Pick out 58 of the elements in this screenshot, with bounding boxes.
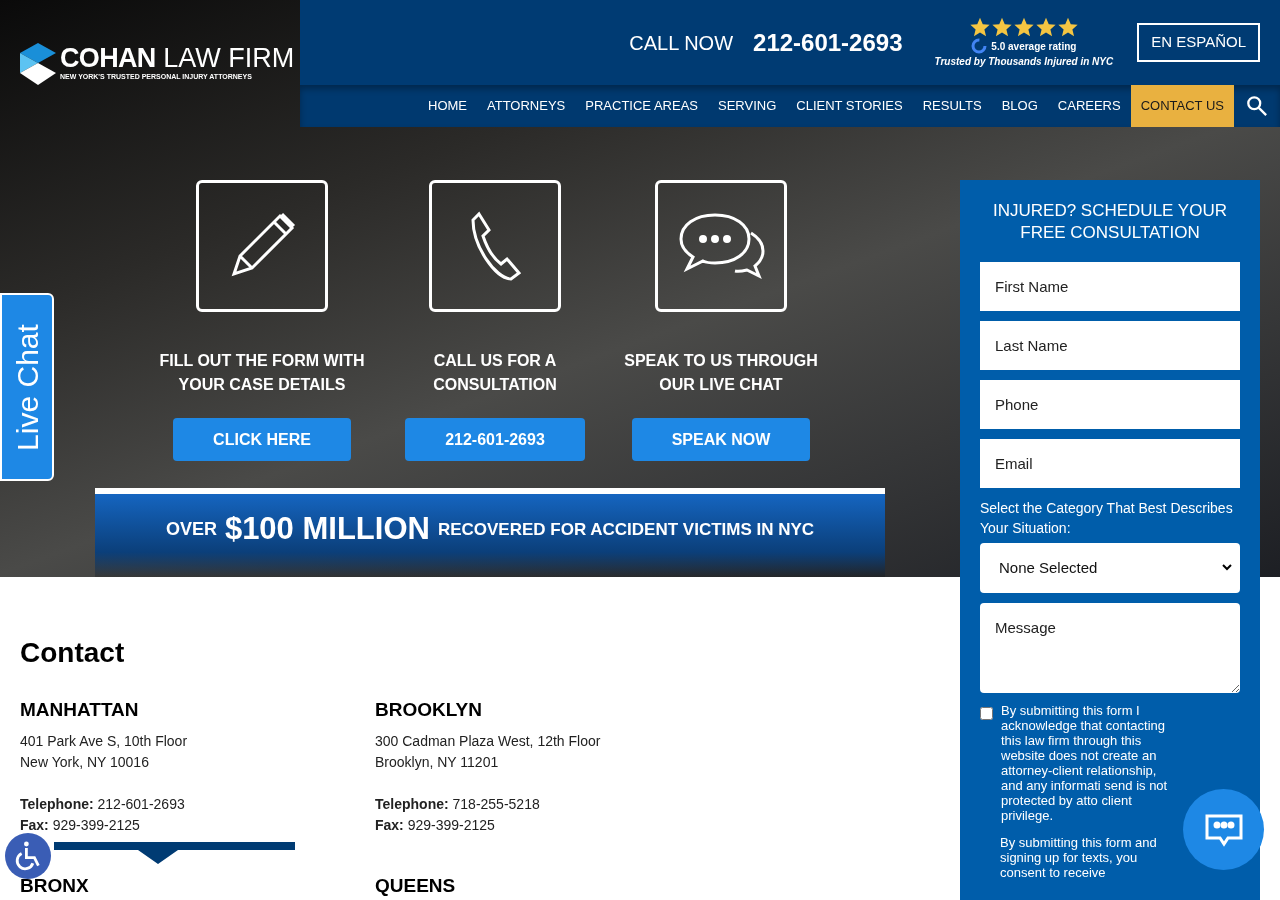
- live-chat-tab[interactable]: Live Chat: [0, 293, 54, 481]
- category-select[interactable]: None Selected: [980, 543, 1240, 593]
- chevron-down-icon: [1222, 564, 1232, 572]
- consent-text: By submitting this form I acknowledge that contacting this law firm through this website does not create an attorney-client relationship, and any informati send is not protected by atto client privilege.: [1001, 703, 1169, 823]
- text-input-field[interactable]: Last Name: [980, 321, 1240, 370]
- text-input-field[interactable]: Email: [980, 439, 1240, 488]
- option-button[interactable]: 212-601-2693: [405, 418, 585, 461]
- nav-link[interactable]: ATTORNEYS: [477, 85, 576, 127]
- consent-checkbox[interactable]: [980, 707, 993, 720]
- banner-suffix: RECOVERED FOR ACCIDENT VICTIMS IN NYC: [437, 518, 815, 541]
- nav-link[interactable]: CLIENT STORIES: [786, 85, 913, 127]
- nav-link[interactable]: BLOG: [991, 85, 1048, 127]
- office-fax: Fax: 929-399-2125: [20, 815, 141, 835]
- office-name: QUEENS: [375, 873, 457, 898]
- call-now-label: CALL NOW: [629, 30, 734, 56]
- option-title: FILL OUT THE FORM WITH YOUR CASE DETAILS: [158, 351, 366, 395]
- form-title: INJURED? SCHEDULE YOUR FREE CONSULTATION: [992, 200, 1228, 244]
- office-address: New York, NY 10016: [20, 752, 150, 772]
- option-button[interactable]: CLICK HERE: [173, 418, 351, 461]
- pen-icon: [196, 180, 328, 312]
- rating-subtext: Trusted by Thousands Injured in NYC: [934, 55, 1114, 69]
- option-title: CALL US FOR A CONSULTATION: [432, 351, 558, 395]
- text-input-field[interactable]: First Name: [980, 262, 1240, 311]
- message-field[interactable]: Message: [980, 603, 1240, 693]
- spanish-language-button[interactable]: EN ESPAÑOL: [1137, 23, 1260, 62]
- logo-mark-icon: [20, 42, 56, 85]
- office-address: 300 Cadman Plaza West, 12th Floor: [375, 731, 602, 751]
- office-telephone: Telephone: 718-255-5218: [375, 794, 541, 814]
- accessibility-button[interactable]: [5, 833, 51, 879]
- sms-consent-text: By submitting this form and signing up for texts, you consent to receive: [1000, 835, 1158, 880]
- google-logo-icon: [971, 38, 988, 54]
- office-fax: Fax: 929-399-2125: [375, 815, 496, 835]
- option-title: SPEAK TO US THROUGH OUR LIVE CHAT: [623, 351, 819, 395]
- nav-link[interactable]: CONTACT US: [1130, 85, 1234, 127]
- contact-heading: Contact: [20, 636, 125, 670]
- search-icon[interactable]: [1246, 95, 1268, 117]
- speech-bubbles-icon: [655, 180, 787, 312]
- nav-link[interactable]: PRACTICE AREAS: [575, 85, 708, 127]
- header-phone-link[interactable]: 212-601-2693: [753, 24, 903, 61]
- category-label: Select the Category That Best Describes Your Situation:: [980, 499, 1234, 538]
- office-address: Brooklyn, NY 11201: [375, 752, 500, 772]
- nav-link[interactable]: HOME: [418, 85, 477, 127]
- nav-link[interactable]: CAREERS: [1047, 85, 1131, 127]
- banner-amount: $100 MILLION: [224, 510, 430, 549]
- office-name: MANHATTAN: [20, 698, 140, 722]
- chat-icon: [1203, 812, 1244, 847]
- phone-icon: [429, 180, 561, 312]
- office-telephone: Telephone: 212-601-2693: [20, 794, 186, 814]
- nav-link[interactable]: SERVING: [708, 85, 787, 127]
- option-button[interactable]: SPEAK NOW: [631, 418, 811, 461]
- logo-text: COHAN LAW FIRM: [60, 44, 295, 72]
- text-input-field[interactable]: Phone: [980, 380, 1240, 429]
- rating-text: 5.0 average rating: [991, 39, 1077, 54]
- nav-link[interactable]: RESULTS: [912, 85, 992, 127]
- office-name: BRONX: [20, 873, 90, 898]
- office-address: 401 Park Ave S, 10th Floor: [20, 731, 189, 751]
- banner-prefix: OVER: [165, 518, 217, 541]
- office-name: BROOKLYN: [375, 698, 483, 722]
